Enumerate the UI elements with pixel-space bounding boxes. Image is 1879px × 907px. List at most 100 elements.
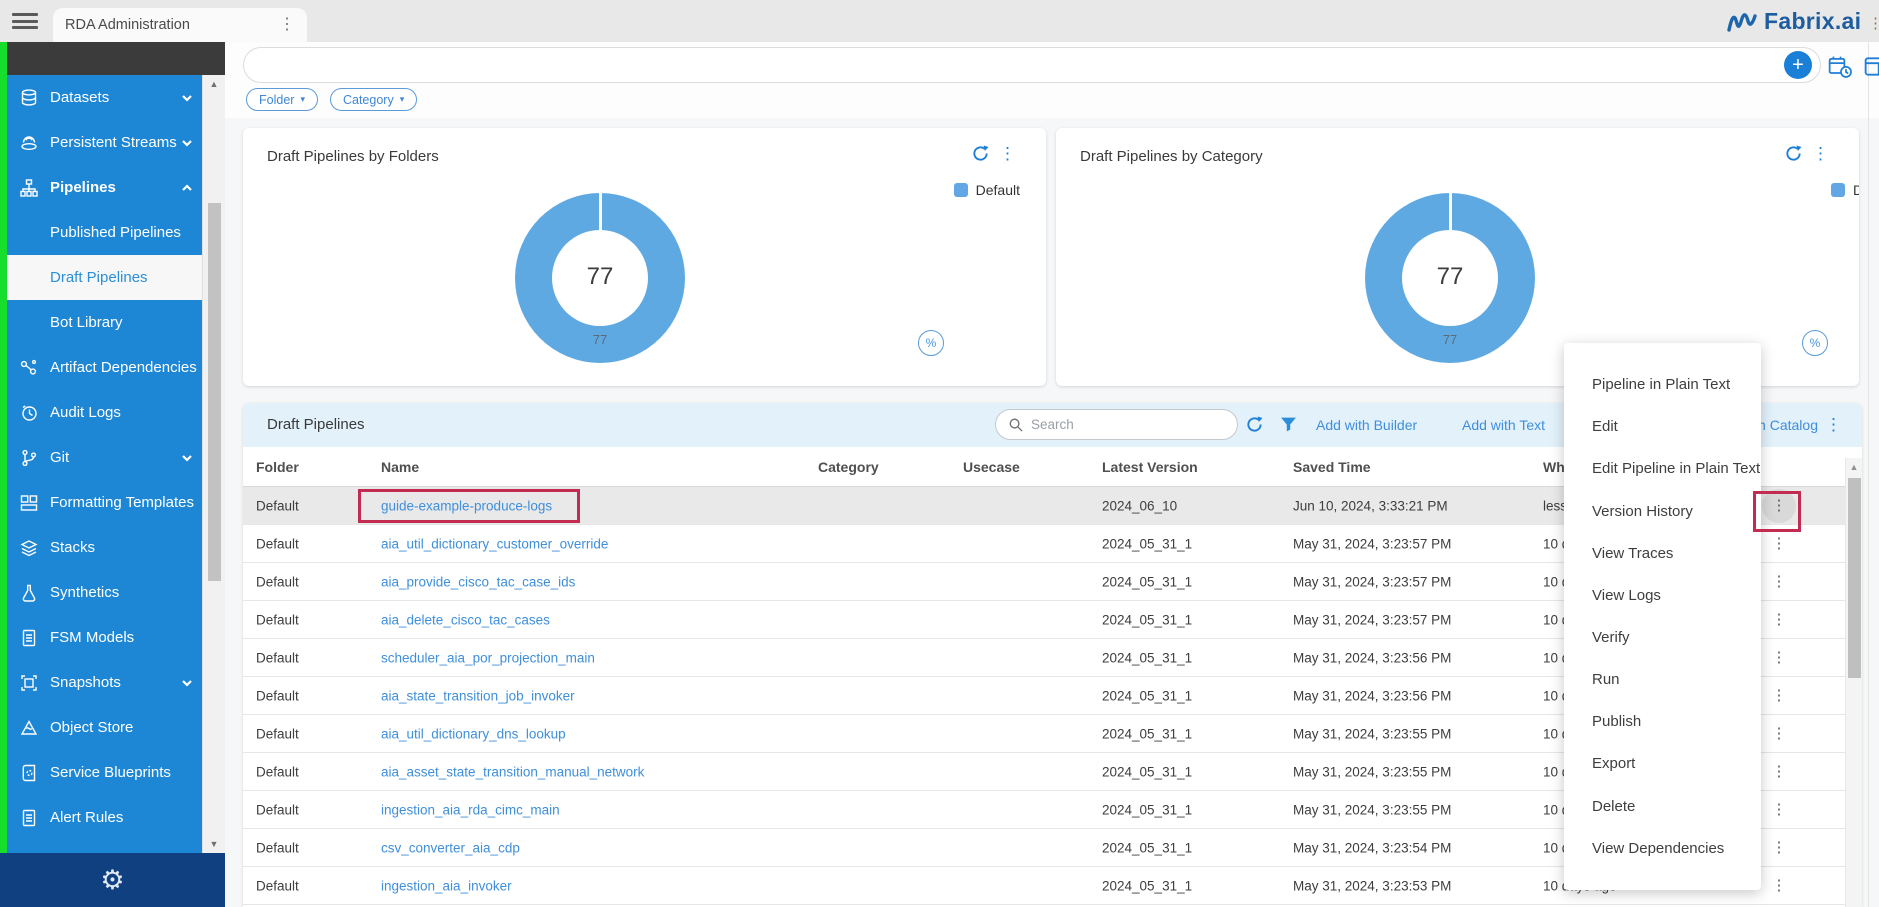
legend-label: Default: [976, 182, 1020, 198]
menu-item[interactable]: Version History: [1564, 503, 1761, 520]
add-button[interactable]: +: [1784, 51, 1812, 79]
row-actions-kebab-icon[interactable]: ⋮: [1769, 527, 1789, 561]
pipeline-name-link[interactable]: aia_provide_cisco_tac_case_ids: [381, 574, 575, 589]
row-actions-kebab-icon[interactable]: ⋮: [1769, 793, 1789, 827]
sidebar-item[interactable]: Object Store: [7, 705, 202, 750]
table-search-input[interactable]: [1031, 417, 1201, 432]
refresh-icon[interactable]: [1784, 144, 1803, 163]
sidebar-item[interactable]: Alert Rules: [7, 795, 202, 840]
pipeline-name-link[interactable]: ingestion_aia_invoker: [381, 878, 512, 893]
category-filter-chip[interactable]: Category ▾: [330, 88, 417, 111]
menu-item[interactable]: Export: [1564, 755, 1761, 772]
sidebar-item[interactable]: Persistent Streams: [7, 120, 202, 165]
folder-filter-chip[interactable]: Folder ▾: [246, 88, 318, 111]
refresh-icon[interactable]: [1245, 415, 1264, 434]
pipeline-name-link[interactable]: ingestion_aia_rda_cimc_main: [381, 802, 560, 817]
menu-item[interactable]: Pipeline in Plain Text: [1564, 376, 1761, 393]
sidebar-item[interactable]: Audit Logs: [7, 390, 202, 435]
scroll-up-arrow-icon[interactable]: ▲: [203, 79, 225, 89]
pipeline-name-link[interactable]: scheduler_aia_por_projection_main: [381, 650, 595, 665]
sidebar-item[interactable]: Synthetics: [7, 570, 202, 615]
add-with-text-link[interactable]: Add with Text: [1462, 417, 1545, 433]
refresh-icon[interactable]: [971, 144, 990, 163]
menu-item[interactable]: Edit Pipeline in Plain Text: [1564, 460, 1761, 477]
settings-gear-icon[interactable]: ⚙: [100, 865, 124, 896]
app-tab[interactable]: RDA Administration ⋮: [53, 8, 307, 42]
layout-view-icon[interactable]: [1864, 55, 1879, 79]
sidebar-item[interactable]: Formatting Templates: [7, 480, 202, 525]
scroll-up-arrow-icon[interactable]: ▲: [1846, 462, 1862, 472]
menu-item[interactable]: Publish: [1564, 713, 1761, 730]
row-actions-kebab-icon[interactable]: ⋮: [1769, 717, 1789, 751]
sidebar-item[interactable]: Datasets: [7, 75, 202, 120]
cell-latest-version: 2024_05_31_1: [1102, 764, 1192, 779]
percent-toggle-icon[interactable]: %: [918, 330, 944, 356]
sidebar-item[interactable]: Service Blueprints: [7, 750, 202, 795]
chevron-icon[interactable]: [180, 451, 194, 465]
sidebar-item[interactable]: FSM Models: [7, 615, 202, 660]
sidebar-item[interactable]: Draft Pipelines: [7, 255, 202, 300]
pipeline-name-link[interactable]: csv_converter_aia_cdp: [381, 840, 520, 855]
sidebar-scrollbar-thumb[interactable]: [208, 203, 221, 581]
sidebar-item[interactable]: Pipelines: [7, 165, 202, 210]
table-search-box[interactable]: [995, 409, 1238, 440]
global-search-input[interactable]: [262, 54, 1752, 76]
menu-item[interactable]: Edit: [1564, 418, 1761, 435]
sidebar-item-label: FSM Models: [50, 629, 134, 646]
menu-item[interactable]: Verify: [1564, 629, 1761, 646]
sidebar-item[interactable]: Bot Library: [7, 300, 202, 345]
add-with-builder-link[interactable]: Add with Builder: [1316, 417, 1417, 433]
row-actions-kebab-icon[interactable]: ⋮: [1769, 603, 1789, 637]
schedule-view-icon[interactable]: [1828, 55, 1852, 79]
table-scrollbar[interactable]: ▲: [1845, 458, 1862, 907]
chevron-icon[interactable]: [180, 181, 194, 195]
chevron-icon[interactable]: [180, 136, 194, 150]
row-actions-kebab-icon[interactable]: ⋮: [1769, 831, 1789, 865]
panel-kebab-icon[interactable]: ⋮: [1825, 415, 1842, 435]
cell-latest-version: 2024_05_31_1: [1102, 802, 1192, 817]
brand-name: Fabrix.ai: [1764, 8, 1861, 35]
pipeline-name-link[interactable]: aia_state_transition_job_invoker: [381, 688, 575, 703]
percent-toggle-icon[interactable]: %: [1802, 330, 1828, 356]
pipeline-name-link[interactable]: aia_util_dictionary_dns_lookup: [381, 726, 566, 741]
sidebar-item[interactable]: Artifact Dependencies: [7, 345, 202, 390]
pipeline-name-link[interactable]: guide-example-produce-logs: [381, 498, 552, 513]
top-right-kebab-icon[interactable]: ⋮: [1868, 14, 1879, 32]
column-header-usecase: Usecase: [963, 459, 1020, 475]
menu-item[interactable]: Run: [1564, 671, 1761, 688]
menu-item[interactable]: View Logs: [1564, 587, 1761, 604]
sidebar-nav: Datasets Persistent Streams Pipelines Pu…: [7, 75, 202, 853]
chevron-icon[interactable]: [180, 676, 194, 690]
pipeline-name-link[interactable]: aia_util_dictionary_customer_override: [381, 536, 608, 551]
card-kebab-icon[interactable]: ⋮: [999, 144, 1016, 164]
sidebar-item[interactable]: Stacks: [7, 525, 202, 570]
sidebar-scrollbar[interactable]: ▲ ▼: [202, 75, 225, 853]
sidebar-item[interactable]: Git: [7, 435, 202, 480]
row-actions-kebab-icon[interactable]: ⋮: [1769, 641, 1789, 675]
sidebar-footer: ⚙: [0, 853, 225, 907]
sidebar-item-label: Pipelines: [50, 179, 116, 196]
column-header-folder: Folder: [256, 459, 299, 475]
hamburger-menu-icon[interactable]: [12, 13, 38, 29]
tab-kebab-icon[interactable]: ⋮: [279, 17, 295, 33]
sidebar-item[interactable]: Published Pipelines: [7, 210, 202, 255]
menu-item[interactable]: View Traces: [1564, 545, 1761, 562]
cell-latest-version: 2024_05_31_1: [1102, 612, 1192, 627]
menu-item[interactable]: View Dependencies: [1564, 840, 1761, 857]
row-actions-kebab-icon[interactable]: ⋮: [1762, 489, 1796, 523]
row-actions-kebab-icon[interactable]: ⋮: [1769, 565, 1789, 599]
card-kebab-icon[interactable]: ⋮: [1812, 144, 1829, 164]
pipeline-name-link[interactable]: aia_delete_cisco_tac_cases: [381, 612, 550, 627]
table-scrollbar-thumb[interactable]: [1848, 478, 1861, 678]
row-actions-kebab-icon[interactable]: ⋮: [1769, 679, 1789, 713]
row-actions-kebab-icon[interactable]: ⋮: [1769, 755, 1789, 789]
row-actions-kebab-icon[interactable]: ⋮: [1769, 869, 1789, 903]
sidebar-item[interactable]: Snapshots: [7, 660, 202, 705]
pipeline-name-link[interactable]: aia_asset_state_transition_manual_networ…: [381, 764, 644, 779]
scroll-down-arrow-icon[interactable]: ▼: [203, 839, 225, 849]
chevron-icon[interactable]: [180, 91, 194, 105]
sidebar-top-block: [7, 42, 225, 75]
global-search-bar[interactable]: +: [243, 47, 1821, 83]
filter-funnel-icon[interactable]: [1280, 416, 1297, 433]
menu-item[interactable]: Delete: [1564, 798, 1761, 815]
